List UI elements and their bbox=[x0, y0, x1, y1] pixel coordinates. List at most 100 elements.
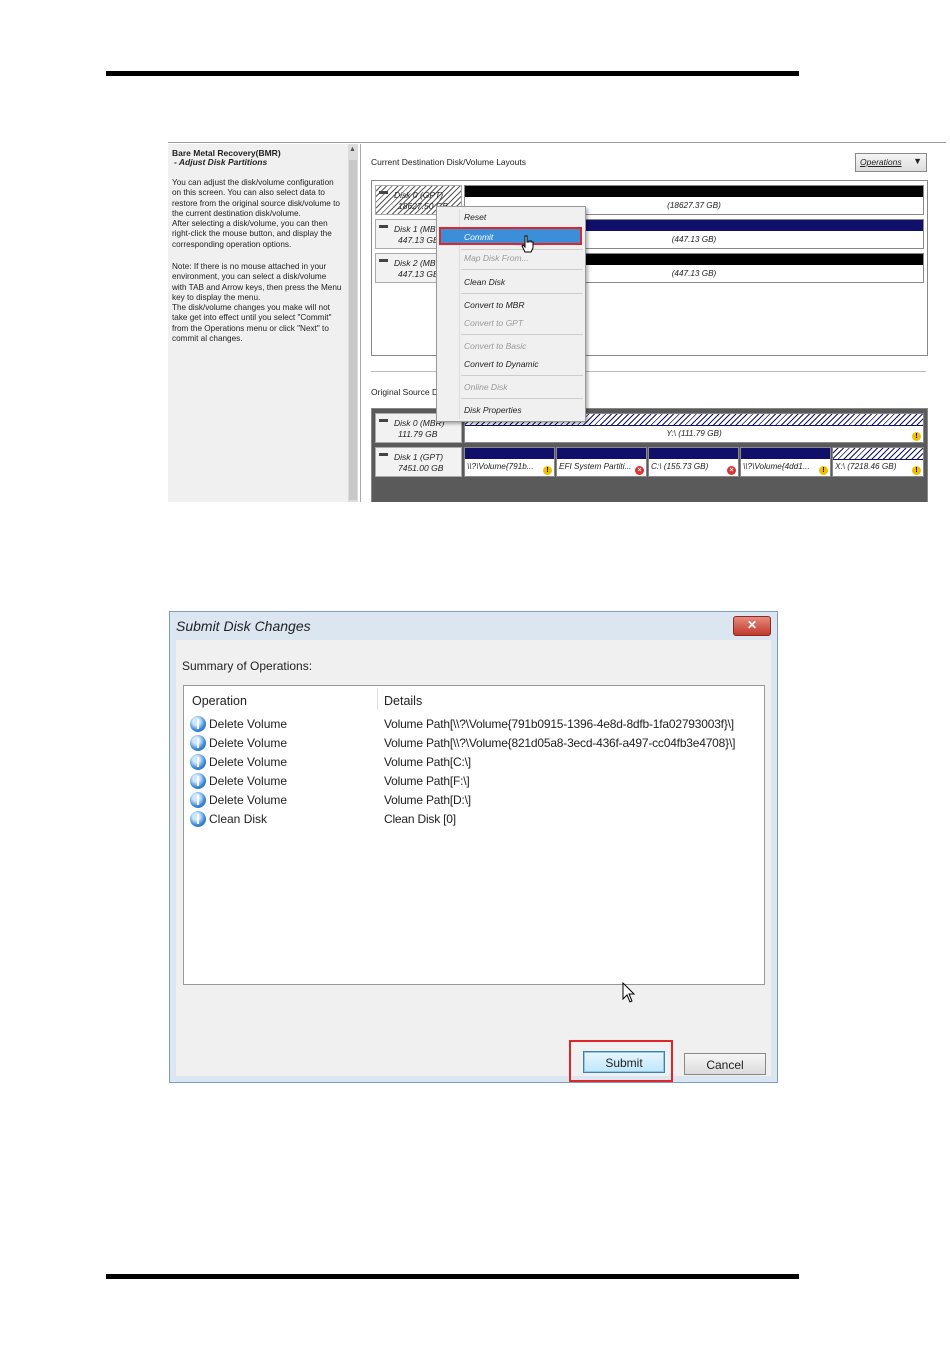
disk-size: 111.79 GB bbox=[398, 429, 438, 439]
operations-label: Operations bbox=[860, 157, 902, 167]
disk-size: 447.13 GB bbox=[398, 235, 439, 245]
info-icon bbox=[190, 716, 206, 732]
menu-item-reset[interactable]: Reset bbox=[464, 212, 486, 222]
source-volume-c[interactable]: C:\ (155.73 GB) × bbox=[648, 447, 739, 477]
arrow-cursor-icon bbox=[622, 982, 636, 1003]
bottom-rule bbox=[106, 1274, 799, 1279]
volume-label: EFI System Partiti... bbox=[559, 462, 632, 471]
row-details: Volume Path[F:\] bbox=[384, 774, 470, 788]
menu-item-clean-disk[interactable]: Clean Disk bbox=[464, 277, 505, 287]
source-disk-1[interactable]: Disk 1 (GPT) 7451.00 GB \\?\Volume{791b.… bbox=[375, 447, 924, 477]
dropdown-arrow-icon: ▼ bbox=[913, 156, 922, 166]
info-icon bbox=[190, 811, 206, 827]
close-button[interactable]: ✕ bbox=[733, 616, 771, 636]
table-row[interactable]: Delete Volume Volume Path[D:\] bbox=[184, 791, 764, 810]
row-details: Volume Path[C:\] bbox=[384, 755, 471, 769]
row-operation: Delete Volume bbox=[209, 736, 288, 750]
menu-item-commit[interactable]: Commit bbox=[439, 227, 582, 245]
menu-item-commit-label: Commit bbox=[464, 232, 494, 242]
submit-highlight: Submit bbox=[569, 1040, 673, 1082]
row-operation: Clean Disk bbox=[209, 812, 268, 826]
error-icon: × bbox=[727, 466, 736, 475]
source-volume-791b[interactable]: \\?\Volume{791b... ! bbox=[464, 447, 555, 477]
help-scrollbar[interactable]: ▲ bbox=[348, 144, 358, 502]
disk-name: Disk 0 (GPT) bbox=[394, 190, 444, 200]
source-volume-efi[interactable]: EFI System Partiti... × bbox=[556, 447, 647, 477]
collapse-icon bbox=[379, 453, 388, 456]
source-volume-x[interactable]: X:\ (7218.46 GB) ! bbox=[832, 447, 924, 477]
collapse-icon bbox=[379, 259, 388, 262]
disk-name: Disk 1 (MB bbox=[394, 224, 436, 234]
source-disk-area: Disk 0 (MBR) 111.79 GB Y:\ (111.79 GB) !… bbox=[371, 408, 928, 502]
column-separator[interactable] bbox=[377, 688, 378, 710]
help-subtitle: - Adjust Disk Partitions bbox=[174, 157, 268, 167]
context-menu: Reset Commit Map Disk From... Clean Disk… bbox=[436, 206, 586, 422]
column-header-operation[interactable]: Operation bbox=[192, 694, 247, 708]
disk-size: 447.13 GB bbox=[398, 269, 439, 279]
menu-item-convert-gpt[interactable]: Convert to GPT bbox=[464, 318, 523, 328]
volume-label: \\?\Volume{791b... bbox=[467, 462, 534, 471]
top-divider bbox=[168, 142, 946, 143]
menu-item-disk-properties[interactable]: Disk Properties bbox=[464, 405, 522, 415]
row-operation: Delete Volume bbox=[209, 774, 288, 788]
warning-icon: ! bbox=[819, 466, 828, 475]
volume-label: X:\ (7218.46 GB) bbox=[835, 462, 897, 471]
column-header-details[interactable]: Details bbox=[384, 694, 422, 708]
row-operation: Delete Volume bbox=[209, 793, 288, 807]
panel-separator bbox=[360, 144, 361, 502]
source-disk-1-label[interactable]: Disk 1 (GPT) 7451.00 GB bbox=[375, 447, 462, 477]
dialog-title: Submit Disk Changes bbox=[176, 618, 311, 634]
help-panel: Bare Metal Recovery(BMR) - Adjust Disk P… bbox=[168, 144, 348, 502]
source-layout-label: Original Source Di bbox=[371, 387, 440, 397]
collapse-icon bbox=[379, 225, 388, 228]
table-row[interactable]: Clean Disk Clean Disk [0] bbox=[184, 810, 764, 829]
menu-item-convert-basic[interactable]: Convert to Basic bbox=[464, 341, 526, 351]
row-operation: Delete Volume bbox=[209, 717, 288, 731]
top-rule bbox=[106, 71, 799, 76]
table-row[interactable]: Delete Volume Volume Path[C:\] bbox=[184, 753, 764, 772]
table-row[interactable]: Delete Volume Volume Path[\\?\Volume{821… bbox=[184, 734, 764, 753]
hand-cursor-icon bbox=[521, 235, 534, 253]
disk-size: 7451.00 GB bbox=[398, 463, 444, 473]
disk-name: Disk 1 (GPT) bbox=[394, 452, 444, 462]
volume-label: \\?\Volume{4dd1... bbox=[743, 462, 810, 471]
warning-icon: ! bbox=[912, 432, 921, 441]
submit-disk-changes-dialog: Submit Disk Changes ✕ Summary of Operati… bbox=[169, 611, 778, 1083]
warning-icon: ! bbox=[912, 466, 921, 475]
submit-button[interactable]: Submit bbox=[583, 1051, 665, 1073]
cancel-button[interactable]: Cancel bbox=[684, 1053, 766, 1075]
help-text-2: Note: If there is no mouse attached in y… bbox=[172, 262, 342, 344]
volume-label: Y:\ (111.79 GB) bbox=[666, 429, 722, 438]
summary-label: Summary of Operations: bbox=[182, 659, 313, 673]
operations-list[interactable]: Operation Details Delete Volume Volume P… bbox=[183, 685, 765, 985]
row-details: Volume Path[D:\] bbox=[384, 793, 471, 807]
scroll-thumb[interactable] bbox=[349, 160, 357, 500]
help-text-1: You can adjust the disk/volume configura… bbox=[172, 178, 340, 249]
row-details: Volume Path[\\?\Volume{821d05a8-3ecd-436… bbox=[384, 736, 736, 750]
row-details: Volume Path[\\?\Volume{791b0915-1396-4e8… bbox=[384, 717, 734, 731]
operations-button[interactable]: Operations ▼ bbox=[855, 153, 927, 172]
row-details: Clean Disk [0] bbox=[384, 812, 456, 826]
menu-item-map-disk[interactable]: Map Disk From... bbox=[464, 253, 529, 263]
collapse-icon bbox=[379, 419, 388, 422]
bmr-screenshot: Bare Metal Recovery(BMR) - Adjust Disk P… bbox=[168, 140, 946, 502]
menu-item-convert-mbr[interactable]: Convert to MBR bbox=[464, 300, 524, 310]
disk-name: Disk 2 (MB bbox=[394, 258, 436, 268]
scroll-up-icon[interactable]: ▲ bbox=[349, 146, 356, 153]
table-row[interactable]: Delete Volume Volume Path[F:\] bbox=[184, 772, 764, 791]
collapse-icon bbox=[379, 191, 388, 194]
info-icon bbox=[190, 792, 206, 808]
menu-item-convert-dynamic[interactable]: Convert to Dynamic bbox=[464, 359, 539, 369]
table-row[interactable]: Delete Volume Volume Path[\\?\Volume{791… bbox=[184, 715, 764, 734]
info-icon bbox=[190, 754, 206, 770]
info-icon bbox=[190, 773, 206, 789]
row-operation: Delete Volume bbox=[209, 755, 288, 769]
source-volume-4dd1[interactable]: \\?\Volume{4dd1... ! bbox=[740, 447, 831, 477]
info-icon bbox=[190, 735, 206, 751]
menu-item-online-disk[interactable]: Online Disk bbox=[464, 382, 507, 392]
warning-icon: ! bbox=[543, 466, 552, 475]
volume-label: C:\ (155.73 GB) bbox=[651, 462, 709, 471]
destination-layout-label: Current Destination Disk/Volume Layouts bbox=[371, 157, 526, 167]
dialog-client: Summary of Operations: Operation Details… bbox=[176, 640, 771, 1082]
error-icon: × bbox=[635, 466, 644, 475]
